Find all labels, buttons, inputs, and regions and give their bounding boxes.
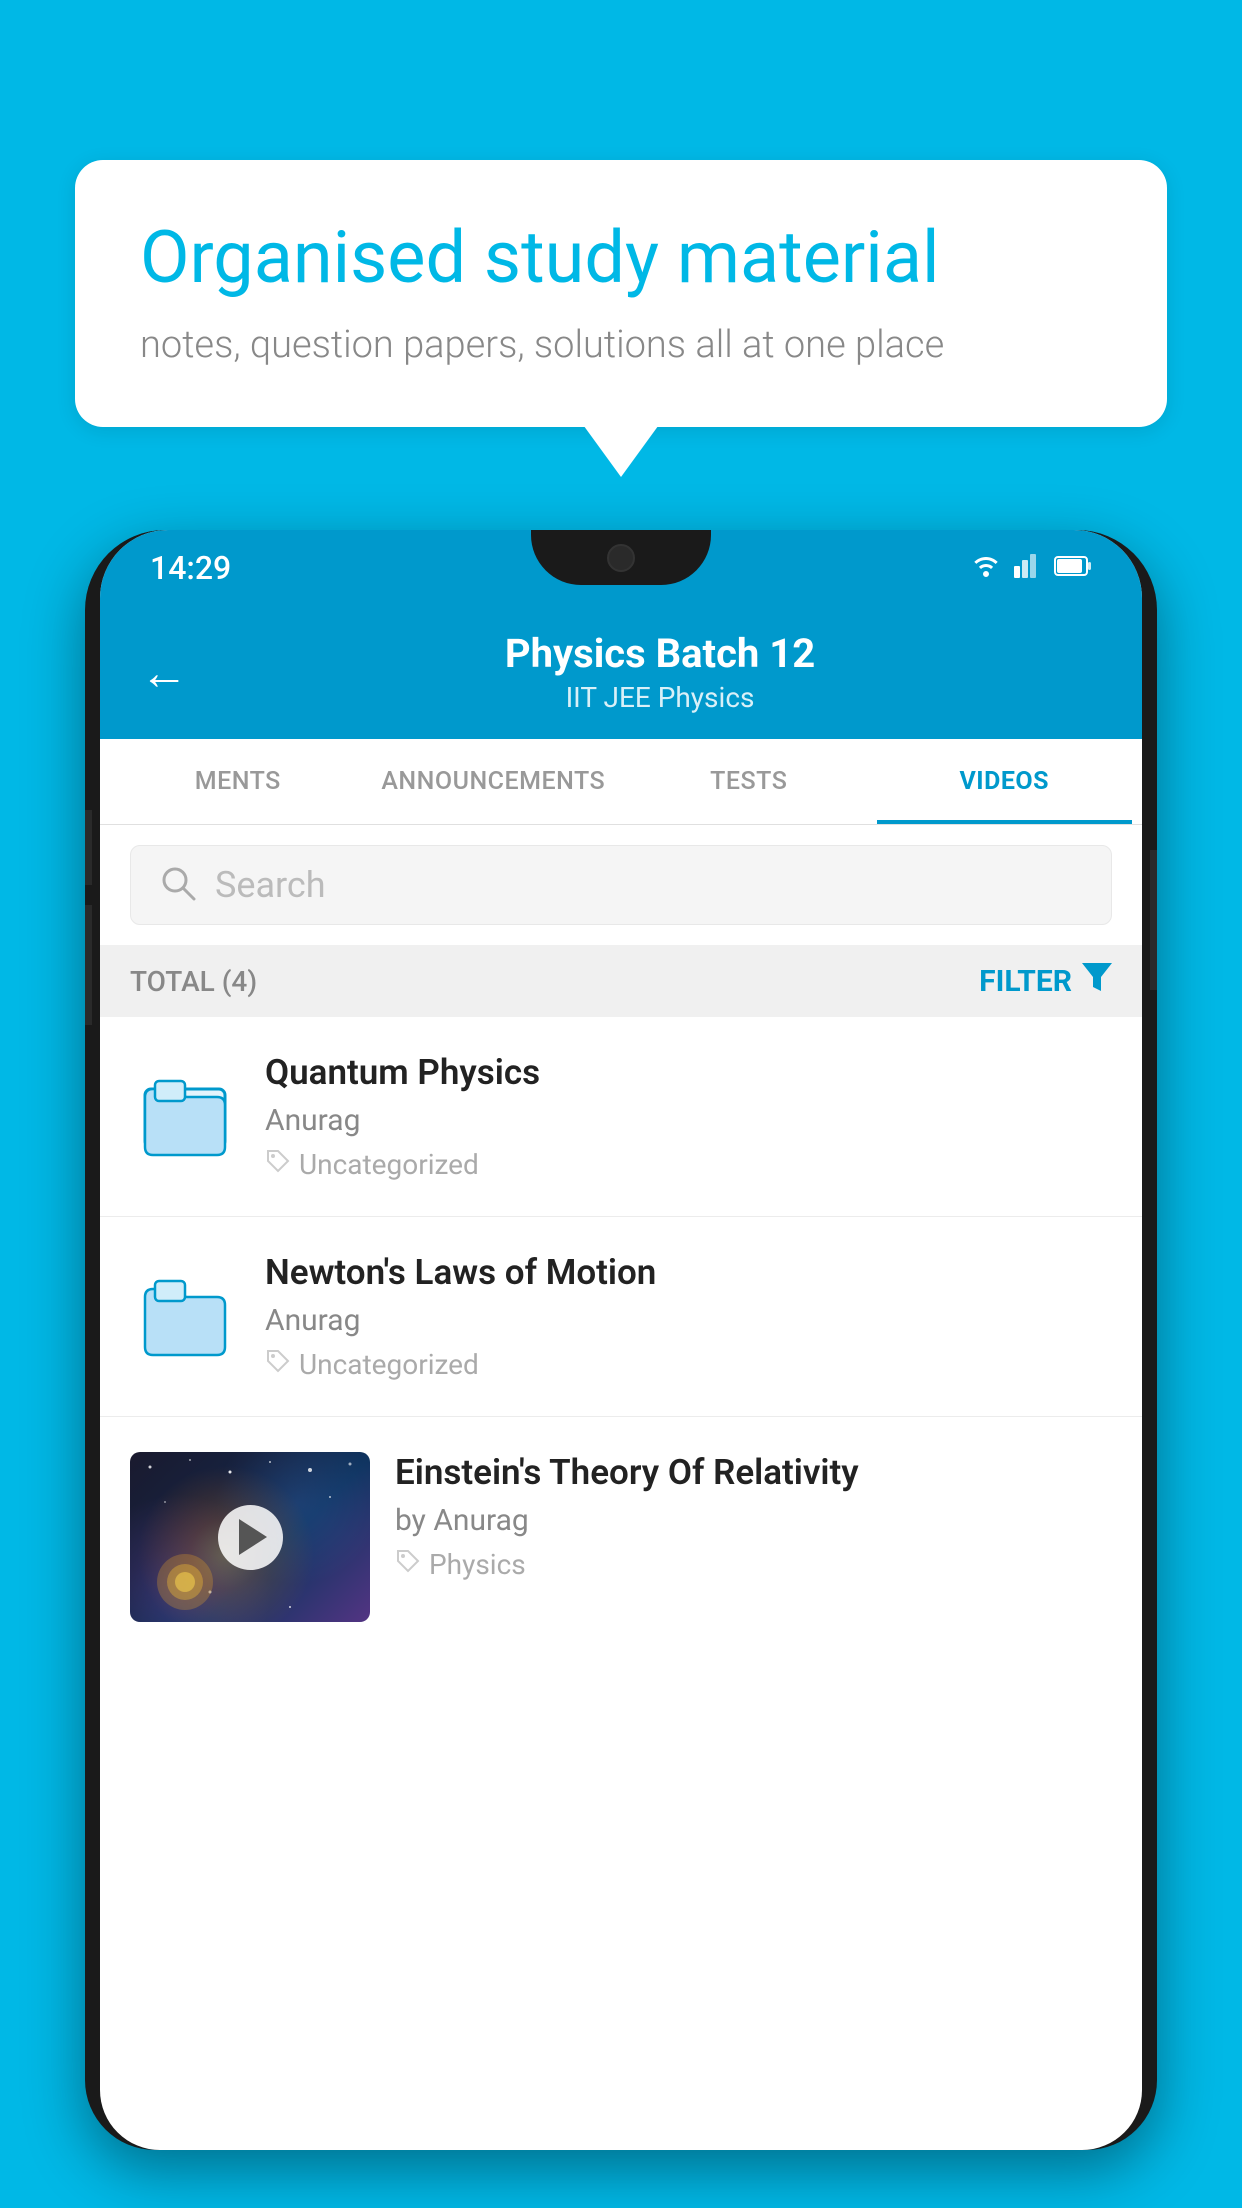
video-info-3: Einstein's Theory Of Relativity by Anura…	[395, 1452, 1112, 1581]
speech-bubble: Organised study material notes, question…	[75, 160, 1167, 427]
filter-icon	[1082, 963, 1112, 999]
app-subtitle: IIT JEE Physics	[218, 681, 1102, 714]
video-author-2: Anurag	[265, 1303, 1112, 1338]
tag-icon-2	[265, 1348, 291, 1381]
video-tag-1: Uncategorized	[265, 1148, 1112, 1181]
video-info-2: Newton's Laws of Motion Anurag Uncategor…	[265, 1252, 1112, 1381]
video-tag-3: Physics	[395, 1548, 1112, 1581]
signal-icon	[1014, 550, 1042, 585]
video-title-2: Newton's Laws of Motion	[265, 1252, 1112, 1293]
filter-label: FILTER	[979, 964, 1072, 999]
video-info-1: Quantum Physics Anurag Uncategorized	[265, 1052, 1112, 1181]
search-placeholder: Search	[215, 864, 326, 906]
video-list: Quantum Physics Anurag Uncategorized	[100, 1017, 1142, 1657]
list-item[interactable]: Einstein's Theory Of Relativity by Anura…	[100, 1417, 1142, 1657]
volume-up-button	[85, 810, 92, 885]
video-title-3: Einstein's Theory Of Relativity	[395, 1452, 1112, 1493]
video-author-3: by Anurag	[395, 1503, 1112, 1538]
video-title-1: Quantum Physics	[265, 1052, 1112, 1093]
tag-icon-3	[395, 1548, 421, 1581]
video-thumbnail-3	[130, 1452, 370, 1622]
front-camera	[607, 544, 635, 572]
wifi-icon	[970, 551, 1002, 584]
filter-button[interactable]: FILTER	[979, 963, 1112, 999]
filter-bar: TOTAL (4) FILTER	[100, 945, 1142, 1017]
bubble-subtitle: notes, question papers, solutions all at…	[140, 323, 1102, 367]
tab-videos[interactable]: VIDEOS	[877, 739, 1133, 824]
tag-icon-1	[265, 1148, 291, 1181]
video-tag-2: Uncategorized	[265, 1348, 1112, 1381]
app-title-bar: ← Physics Batch 12 IIT JEE Physics	[100, 605, 1142, 739]
notch	[531, 530, 711, 585]
tab-ments[interactable]: MENTS	[110, 739, 366, 824]
search-icon	[159, 864, 197, 906]
speech-bubble-wrapper: Organised study material notes, question…	[75, 160, 1167, 427]
search-container: Search	[100, 825, 1142, 945]
title-center: Physics Batch 12 IIT JEE Physics	[218, 630, 1102, 714]
search-bar[interactable]: Search	[130, 845, 1112, 925]
volume-down-button	[85, 905, 92, 1025]
back-button[interactable]: ←	[140, 644, 188, 701]
video-author-1: Anurag	[265, 1103, 1112, 1138]
tab-tests[interactable]: TESTS	[621, 739, 877, 824]
list-item[interactable]: Newton's Laws of Motion Anurag Uncategor…	[100, 1217, 1142, 1417]
battery-icon	[1054, 551, 1092, 584]
total-count: TOTAL (4)	[130, 965, 257, 998]
bubble-title: Organised study material	[140, 215, 1102, 301]
status-bar: 14:29	[100, 530, 1142, 605]
list-item[interactable]: Quantum Physics Anurag Uncategorized	[100, 1017, 1142, 1217]
folder-icon-2	[130, 1257, 240, 1367]
phone-device: 14:29	[85, 530, 1157, 2150]
play-triangle-icon	[239, 1519, 267, 1555]
tabs-bar: MENTS ANNOUNCEMENTS TESTS VIDEOS	[100, 739, 1142, 825]
tab-announcements[interactable]: ANNOUNCEMENTS	[366, 739, 622, 824]
volume-buttons	[85, 810, 92, 1025]
phone-wrapper: 14:29	[85, 530, 1157, 2208]
power-button	[1150, 850, 1157, 990]
phone-screen: 14:29	[100, 530, 1142, 2150]
folder-icon-1	[130, 1057, 240, 1167]
play-button[interactable]	[218, 1505, 283, 1570]
status-icons	[970, 550, 1092, 585]
app-title: Physics Batch 12	[218, 630, 1102, 677]
status-time: 14:29	[150, 549, 231, 587]
